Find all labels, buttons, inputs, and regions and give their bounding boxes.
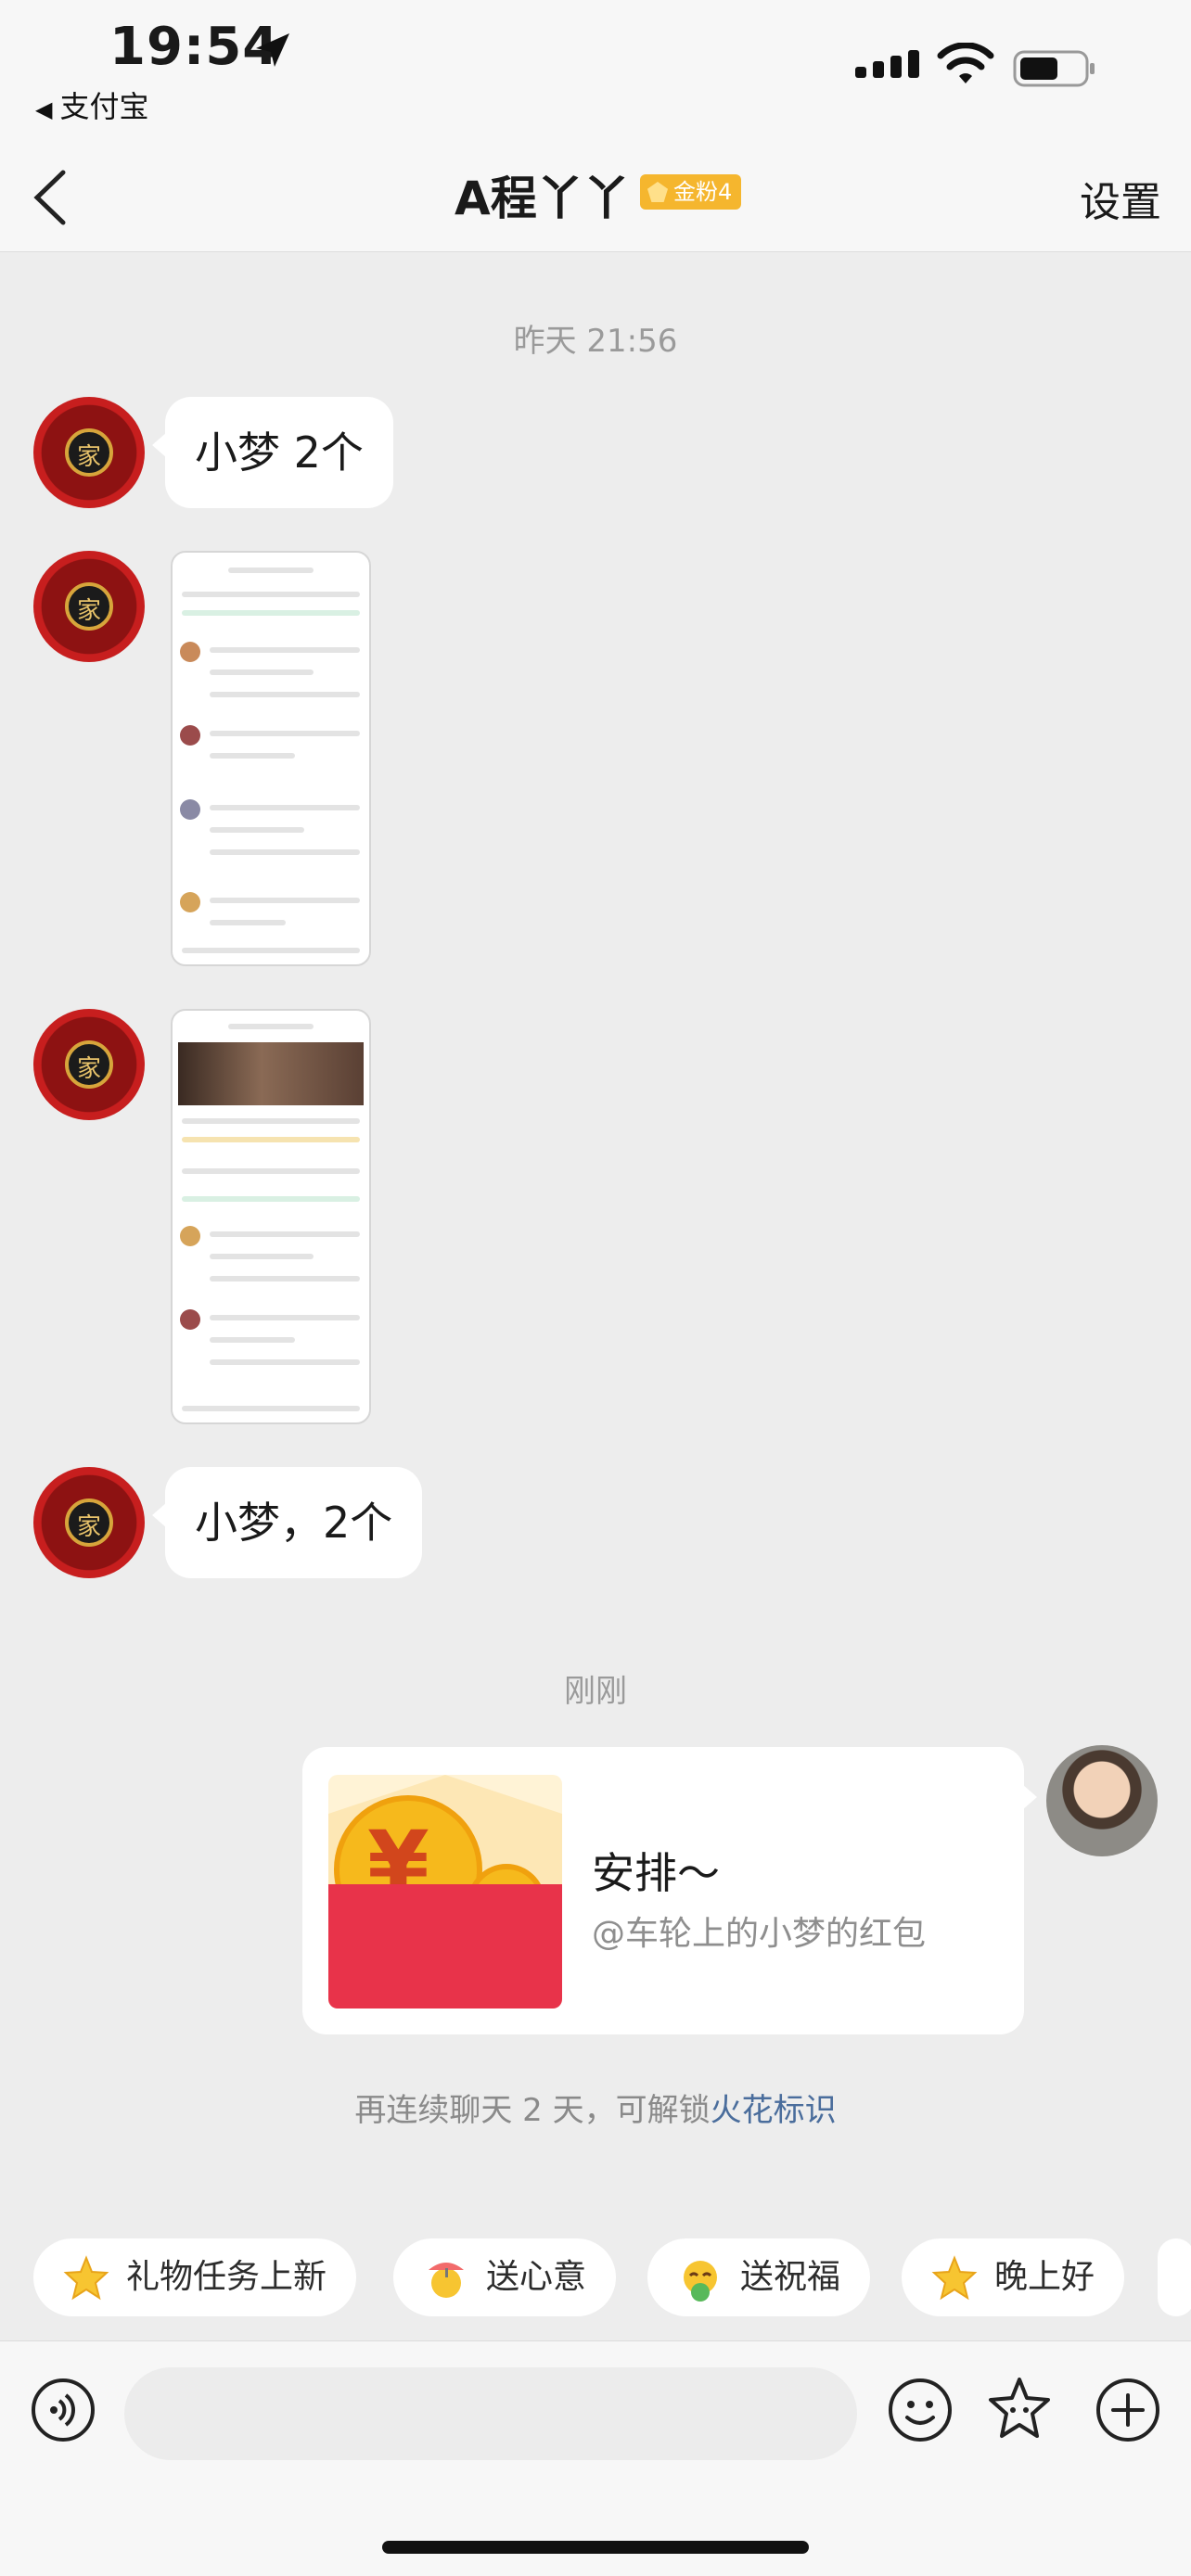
avatar-glyph: 家 (76, 1055, 101, 1083)
message-timestamp: 昨天 21:56 (513, 323, 678, 360)
wifi-icon (937, 43, 994, 83)
red-packet-title: 安排～ (592, 1848, 720, 1898)
back-chevron-icon[interactable] (28, 165, 74, 230)
beach-emoji-icon (429, 2263, 464, 2298)
avatar-emblem: 家 (65, 1040, 113, 1089)
cellular-signal-icon (855, 50, 919, 78)
quick-reply-gift-task[interactable]: 礼物任务上新 (33, 2238, 357, 2316)
quick-reply-good-evening[interactable]: 晚上好 (902, 2238, 1125, 2316)
avatar-glyph: 家 (76, 443, 101, 471)
red-packet-subtitle: @车轮上的小梦的红包 (592, 1915, 927, 1953)
quick-reply-label: 送心意 (486, 2258, 587, 2296)
message-bubble[interactable]: 小梦，2个 (151, 1467, 423, 1578)
sticker-star-icon[interactable] (985, 2375, 1054, 2443)
quick-reply-send-heart[interactable]: 送心意 (393, 2238, 617, 2316)
avatar-glyph: 家 (76, 597, 101, 625)
contact-avatar[interactable]: 家 (33, 397, 145, 508)
spark-badge-link[interactable]: 火花标识 (711, 2092, 837, 2129)
avatar-emblem: 家 (65, 1498, 113, 1547)
spark-unlock-hint: 再连续聊天 2 天，可解锁火花标识 (0, 2085, 1191, 2130)
fan-level-label: 金粉4 (673, 179, 733, 205)
hint-text: 再连续聊天 2 天，可解锁 (354, 2092, 711, 2129)
contact-avatar[interactable]: 家 (33, 1467, 145, 1578)
quick-reply-label: 礼物任务上新 (126, 2258, 327, 2296)
blessing-emoji-icon (684, 2261, 717, 2302)
star-icon (63, 2255, 109, 2301)
avatar-emblem: 家 (65, 428, 113, 477)
avatar-emblem: 家 (65, 582, 113, 631)
message-input[interactable] (124, 2367, 857, 2460)
back-to-app-link[interactable]: ◀ 支付宝 (35, 83, 148, 126)
back-triangle-icon: ◀ (35, 96, 53, 122)
home-indicator (382, 2541, 809, 2554)
my-avatar[interactable] (1046, 1745, 1158, 1856)
chat-header: A程丫丫 金粉4 设置 (0, 139, 1191, 252)
fan-level-badge[interactable]: 金粉4 (640, 174, 742, 210)
plus-icon[interactable] (1095, 2377, 1161, 2443)
image-message-screenshot-1[interactable] (171, 551, 371, 966)
quick-reply-bar: 礼物任务上新 送心意 送祝福 晚上好 (33, 2238, 1191, 2318)
quick-reply-label: 送祝福 (740, 2258, 841, 2296)
red-packet-message[interactable]: ¥ 安排～ @车轮上的小梦的红包 (302, 1747, 1037, 2034)
status-bar: 19:54 ◀ 支付宝 (0, 0, 1191, 139)
quick-reply-label: 晚上好 (994, 2258, 1095, 2296)
message-timestamp: 刚刚 (564, 1673, 627, 1710)
quick-reply-overflow[interactable] (1158, 2238, 1191, 2316)
contact-avatar[interactable]: 家 (33, 1009, 145, 1120)
location-arrow-icon (256, 33, 289, 67)
quick-reply-send-blessing[interactable]: 送祝福 (647, 2238, 871, 2316)
chat-title[interactable]: A程丫丫 (455, 161, 630, 228)
gem-icon (647, 182, 668, 202)
red-packet-icon: ¥ (328, 1775, 562, 2009)
back-app-label: 支付宝 (59, 89, 149, 124)
avatar-glyph: 家 (76, 1513, 101, 1541)
image-message-screenshot-2[interactable] (171, 1009, 371, 1424)
settings-button[interactable]: 设置 (1080, 169, 1161, 228)
message-bubble[interactable]: 小梦 2个 (152, 397, 393, 508)
star-icon (931, 2255, 978, 2301)
emoji-icon[interactable] (887, 2377, 954, 2443)
battery-icon (1013, 50, 1095, 87)
voice-icon[interactable] (30, 2377, 96, 2443)
contact-avatar[interactable]: 家 (33, 551, 145, 662)
